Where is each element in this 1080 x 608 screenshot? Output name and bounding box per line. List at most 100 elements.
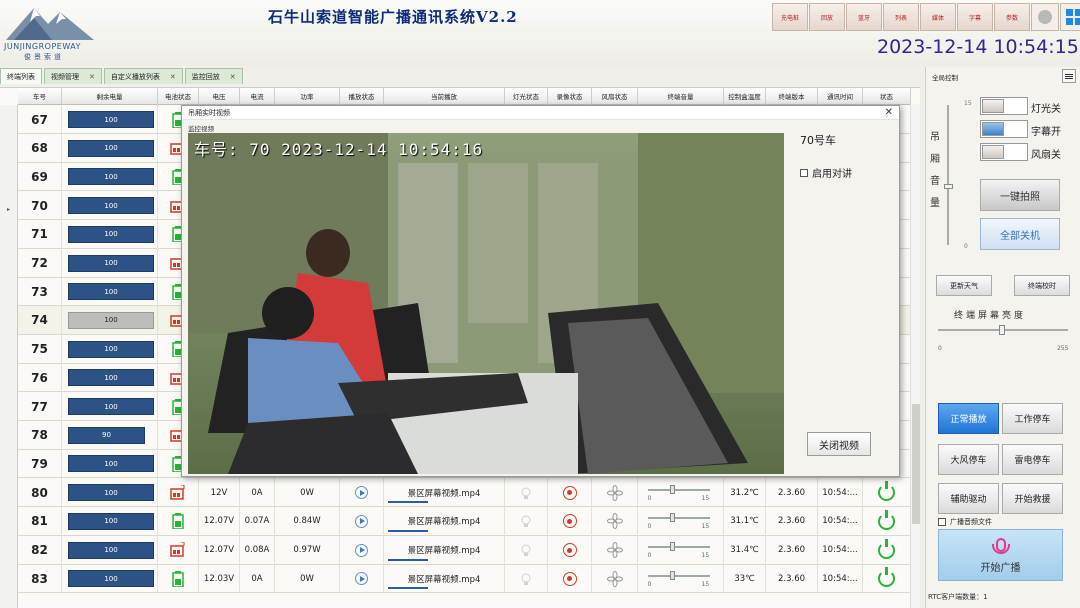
column-header[interactable]: 通讯时间 bbox=[818, 88, 863, 105]
tab-close-icon[interactable]: ✕ bbox=[89, 73, 95, 81]
column-header[interactable]: 风扇状态 bbox=[592, 88, 638, 105]
fan-status-cell[interactable] bbox=[592, 564, 638, 594]
scrollbar-thumb[interactable] bbox=[912, 404, 920, 524]
table-row[interactable]: 81 100 12.07V 0.07A 0.84W 景区屏幕视频.mp4 0 15 31.1℃ 2… bbox=[18, 506, 911, 536]
light-status-cell[interactable] bbox=[505, 506, 548, 536]
toolbar-button[interactable]: 列表 bbox=[883, 3, 919, 31]
checkbox-icon[interactable] bbox=[938, 518, 946, 526]
slider-knob[interactable] bbox=[669, 513, 675, 523]
record-status-cell[interactable] bbox=[548, 478, 592, 508]
slider-knob[interactable] bbox=[944, 184, 953, 189]
volume-cell[interactable]: 0 15 bbox=[638, 478, 724, 508]
play-icon[interactable] bbox=[355, 514, 368, 528]
control-button[interactable]: 工作停车 bbox=[1002, 403, 1063, 434]
table-scrollbar[interactable] bbox=[910, 104, 920, 608]
slider-knob[interactable] bbox=[669, 484, 675, 494]
talk-checkbox[interactable]: 启用对讲 bbox=[800, 165, 852, 180]
tab-item[interactable]: 自定义播放列表 ✕ bbox=[103, 68, 183, 84]
column-header[interactable]: 终端版本 bbox=[766, 88, 818, 105]
slider-knob[interactable] bbox=[669, 570, 675, 580]
lightbulb-icon[interactable] bbox=[519, 543, 533, 557]
column-header[interactable]: 当前播放 bbox=[384, 88, 505, 105]
volume-cell[interactable]: 0 15 bbox=[638, 535, 724, 565]
record-icon[interactable] bbox=[562, 485, 577, 500]
tab-item[interactable]: 终端列表 bbox=[0, 68, 42, 84]
column-header[interactable]: 剩余电量 bbox=[62, 88, 158, 105]
control-button[interactable]: 雷电停车 bbox=[1002, 444, 1063, 475]
toolbar-button[interactable]: 媒体 bbox=[920, 3, 956, 31]
table-row[interactable]: 82 100 12.07V 0.08A 0.97W 景区屏幕视频.mp4 0 15 31.4℃ 2… bbox=[18, 535, 911, 565]
record-icon[interactable] bbox=[562, 514, 577, 529]
toggle-switch[interactable] bbox=[980, 143, 1028, 161]
column-header[interactable]: 车号 bbox=[18, 88, 62, 105]
fan-icon[interactable] bbox=[606, 484, 623, 501]
toolbar-button[interactable]: 蓝牙 bbox=[846, 3, 882, 31]
column-header[interactable]: 电压 bbox=[199, 88, 240, 105]
power-icon[interactable] bbox=[878, 509, 895, 530]
start-broadcast-button[interactable]: 开始广播 bbox=[938, 529, 1063, 581]
slider-knob[interactable] bbox=[999, 325, 1005, 335]
light-status-cell[interactable] bbox=[505, 564, 548, 594]
fan-icon[interactable] bbox=[606, 570, 623, 587]
play-status-cell[interactable] bbox=[340, 535, 384, 565]
toolbar-button[interactable]: 字幕 bbox=[957, 3, 993, 31]
toolbar-button[interactable]: 充电桩 bbox=[772, 3, 808, 31]
terminal-time-sync-button[interactable]: 终端校时 bbox=[1014, 275, 1070, 296]
tab-item[interactable]: 监控回放 ✕ bbox=[184, 68, 243, 84]
toggle-switch[interactable] bbox=[980, 120, 1028, 138]
play-icon[interactable] bbox=[355, 486, 368, 500]
circle-icon[interactable] bbox=[1031, 3, 1059, 31]
volume-slider[interactable]: 0 15 bbox=[647, 511, 714, 531]
column-header[interactable]: 电流 bbox=[240, 88, 275, 105]
snapshot-button[interactable]: 一键拍照 bbox=[980, 179, 1060, 211]
volume-slider[interactable]: 0 15 bbox=[647, 540, 714, 560]
record-status-cell[interactable] bbox=[548, 564, 592, 594]
table-row[interactable]: 80 100 12V 0A 0W 景区屏幕视频.mp4 0 15 31.2℃ 2.3.60 10:5… bbox=[18, 478, 911, 508]
dialog-close-icon[interactable]: ✕ bbox=[885, 107, 893, 118]
column-header[interactable]: 控制盒温度 bbox=[724, 88, 766, 105]
play-icon[interactable] bbox=[355, 543, 368, 557]
power-icon[interactable] bbox=[878, 567, 895, 588]
power-status-cell[interactable] bbox=[863, 535, 911, 565]
fan-status-cell[interactable] bbox=[592, 535, 638, 565]
menu-icon[interactable] bbox=[1062, 69, 1076, 83]
fan-icon[interactable] bbox=[606, 542, 623, 558]
control-button[interactable]: 正常播放 bbox=[938, 403, 999, 434]
volume-slider[interactable]: 0 15 bbox=[647, 569, 714, 589]
volume-slider[interactable]: 0 15 bbox=[647, 483, 714, 503]
toggle-switch[interactable] bbox=[980, 97, 1028, 115]
column-header[interactable]: 电池状态 bbox=[158, 88, 199, 105]
record-status-cell[interactable] bbox=[548, 506, 592, 536]
lightbulb-icon[interactable] bbox=[519, 486, 533, 500]
play-status-cell[interactable] bbox=[340, 506, 384, 536]
record-status-cell[interactable] bbox=[548, 535, 592, 565]
play-icon[interactable] bbox=[355, 572, 368, 586]
column-header[interactable]: 灯光状态 bbox=[505, 88, 548, 105]
shutdown-all-button[interactable]: 全部关机 bbox=[980, 218, 1060, 250]
toolbar-button[interactable]: 回放 bbox=[809, 3, 845, 31]
power-status-cell[interactable] bbox=[863, 478, 911, 508]
fan-status-cell[interactable] bbox=[592, 506, 638, 536]
column-header[interactable]: 功率 bbox=[275, 88, 340, 105]
tab-close-icon[interactable]: ✕ bbox=[170, 73, 176, 81]
control-button[interactable]: 开始救援 bbox=[1002, 483, 1063, 514]
brightness-slider[interactable] bbox=[938, 325, 1068, 335]
record-icon[interactable] bbox=[562, 571, 577, 586]
lightbulb-icon[interactable] bbox=[519, 572, 533, 586]
lightbulb-icon[interactable] bbox=[519, 514, 533, 528]
tab-item[interactable]: 视频管理 ✕ bbox=[44, 68, 102, 84]
power-icon[interactable] bbox=[878, 481, 895, 502]
windows-icon[interactable] bbox=[1060, 3, 1080, 31]
table-row[interactable]: 83 100 12.03V 0A 0W 景区屏幕视频.mp4 0 15 33℃ 2.3.60 10:… bbox=[18, 564, 911, 594]
light-status-cell[interactable] bbox=[505, 535, 548, 565]
power-status-cell[interactable] bbox=[863, 506, 911, 536]
volume-cell[interactable]: 0 15 bbox=[638, 506, 724, 536]
light-status-cell[interactable] bbox=[505, 478, 548, 508]
column-header[interactable]: 播放状态 bbox=[340, 88, 384, 105]
fan-icon[interactable] bbox=[606, 513, 623, 530]
column-header[interactable]: 状态 bbox=[863, 88, 911, 105]
column-header[interactable]: 终端音量 bbox=[638, 88, 724, 105]
tab-close-icon[interactable]: ✕ bbox=[230, 73, 236, 81]
record-icon[interactable] bbox=[562, 543, 577, 557]
checkbox-icon[interactable] bbox=[800, 168, 808, 177]
